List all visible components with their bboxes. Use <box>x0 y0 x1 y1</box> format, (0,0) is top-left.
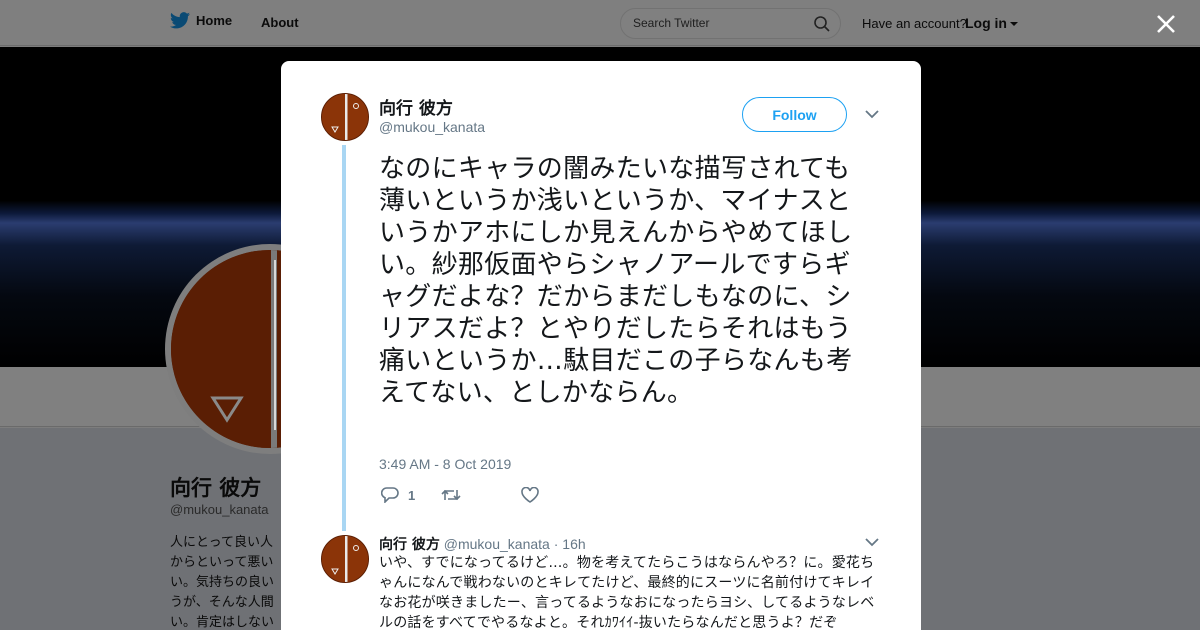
have-account-text: Have an account? <box>862 16 967 31</box>
reply-header: 向行 彼方 @mukou_kanata · 16h <box>379 534 586 554</box>
chevron-down-icon[interactable] <box>865 109 879 119</box>
nav-home-link[interactable]: Home <box>170 12 232 29</box>
tweet-author-handle[interactable]: @mukou_kanata <box>379 119 485 135</box>
profile-name: 向行 彼方 <box>170 476 262 500</box>
top-navigation: Home About Have an account? Log in <box>0 0 1200 46</box>
tweet-timestamp[interactable]: 3:49 AM - 8 Oct 2019 <box>379 456 511 472</box>
avatar-art-icon <box>322 536 368 582</box>
login-label: Log in <box>965 15 1007 31</box>
reply-separator: · <box>549 536 563 552</box>
profile-handle[interactable]: @mukou_kanata <box>170 502 268 517</box>
retweet-button[interactable] <box>441 487 461 503</box>
reply-icon <box>381 487 399 503</box>
reply-age[interactable]: 16h <box>562 536 585 552</box>
reply-count: 1 <box>408 487 416 503</box>
tweet-author-name[interactable]: 向行 彼方 <box>379 94 453 119</box>
tweet-author-avatar[interactable] <box>321 93 369 141</box>
twitter-bird-icon <box>170 12 190 29</box>
like-button[interactable] <box>521 487 539 503</box>
search-input[interactable] <box>633 16 803 30</box>
reply-author-name[interactable]: 向行 彼方 <box>379 537 440 553</box>
nav-about-link[interactable]: About <box>261 15 299 30</box>
follow-button[interactable]: Follow <box>742 97 847 132</box>
reply-author-handle[interactable]: @mukou_kanata <box>444 536 550 552</box>
profile-bio: 人にとって良い人からといって悪いい。気持ちの良いうが、そんな人間い。肯定はしない <box>170 535 275 630</box>
reply-author-avatar[interactable] <box>321 535 369 583</box>
close-icon[interactable] <box>1154 12 1178 36</box>
chevron-down-icon[interactable] <box>865 537 879 547</box>
login-button[interactable]: Log in <box>965 15 1018 31</box>
retweet-icon <box>441 489 461 501</box>
tweet-text: なのにキャラの闇みたいな描写されても薄いというか浅いというか、マイナスというかア… <box>379 154 853 408</box>
search-icon[interactable] <box>814 16 830 32</box>
tweet-modal: 向行 彼方 @mukou_kanata Follow なのにキャラの闇みたいな描… <box>281 61 921 630</box>
reply-text: いや、すでになってるけど…。物を考えてたらこうはならんやろ？に。愛花ちゃんになん… <box>379 555 875 630</box>
thread-connector <box>342 145 346 531</box>
reply-button[interactable]: 1 <box>381 487 415 503</box>
heart-icon <box>521 487 539 503</box>
search-box <box>620 8 841 39</box>
caret-down-icon <box>1010 22 1018 26</box>
avatar-art-icon <box>322 94 368 140</box>
nav-home-label: Home <box>196 13 233 28</box>
